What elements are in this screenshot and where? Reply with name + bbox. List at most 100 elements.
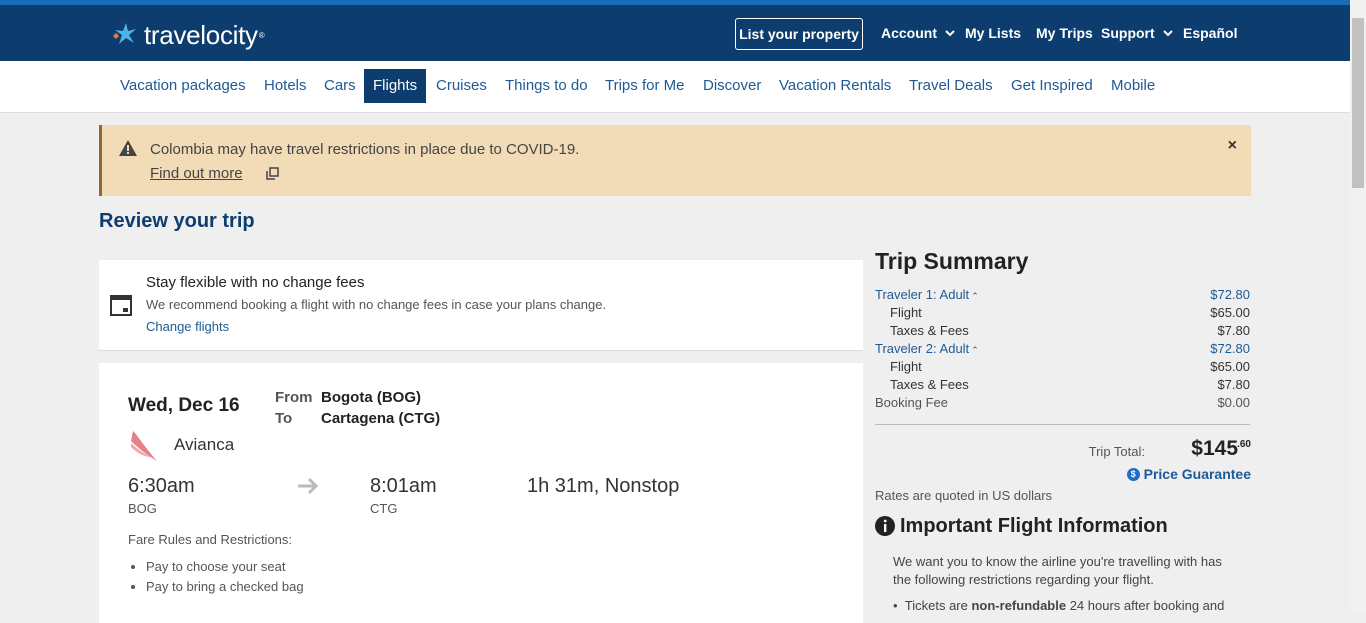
booking-fee-row: Booking Fee $0.00 (875, 395, 1250, 413)
calendar-icon (110, 295, 132, 316)
bullet-bold: non-refundable (971, 598, 1067, 613)
nav-mobile[interactable]: Mobile (1102, 69, 1164, 103)
trip-total-value: $145 (1191, 437, 1238, 460)
logo-star-icon (113, 23, 136, 44)
nav-get-inspired[interactable]: Get Inspired (1002, 69, 1102, 103)
departure-code: BOG (128, 501, 157, 516)
chevron-down-icon (1162, 30, 1173, 37)
nav-discover[interactable]: Discover (694, 69, 770, 103)
my-lists-label: My Lists (965, 25, 1022, 41)
arrow-right-icon (298, 477, 319, 495)
traveler-2-total: $72.80 (1210, 341, 1250, 356)
to-label: To (275, 410, 293, 427)
bullet-suffix: 24 hours after booking and (1066, 598, 1225, 613)
nav-flights[interactable]: Flights (364, 69, 427, 103)
fare-rules-title: Fare Rules and Restrictions: (128, 532, 293, 547)
chevron-up-icon: ⌃ (971, 345, 979, 355)
departure-time: 6:30am (128, 475, 195, 497)
support-menu[interactable]: Support (1101, 25, 1173, 41)
traveler-1-label: Traveler 1: Adult (875, 287, 970, 302)
traveler-2-row[interactable]: Traveler 2: Adult ⌃ $72.80 (875, 341, 1250, 359)
taxes-label: Taxes & Fees (890, 323, 969, 338)
nav-travel-deals[interactable]: Travel Deals (900, 69, 1002, 103)
page-title: Review your trip (99, 210, 255, 232)
nav-things-to-do[interactable]: Things to do (496, 69, 597, 103)
dollar-icon: $ (1126, 467, 1140, 481)
flight-duration: 1h 31m, Nonstop (527, 475, 680, 497)
booking-fee-value: $0.00 (1217, 395, 1250, 410)
list-property-button[interactable]: List your property (735, 18, 863, 50)
chevron-down-icon (945, 30, 955, 37)
nav-trips-for-me[interactable]: Trips for Me (596, 69, 693, 103)
arrival-time: 8:01am (370, 475, 437, 497)
avianca-logo-icon (131, 431, 157, 461)
nav-cruises[interactable]: Cruises (427, 69, 496, 103)
trip-total-label: Trip Total: (1088, 444, 1145, 459)
account-label: Account (881, 25, 937, 41)
chevron-up-icon: ⌃ (971, 291, 979, 301)
language-label: Español (1183, 25, 1238, 41)
nav-hotels[interactable]: Hotels (255, 69, 316, 103)
destination-airport: Cartagena (CTG) (321, 410, 441, 427)
taxes-price: $7.80 (1217, 377, 1250, 392)
nav-vacation-packages[interactable]: Vacation packages (111, 69, 255, 103)
traveler-2-flight-row: Flight $65.00 (875, 359, 1250, 377)
traveler-2-label: Traveler 2: Adult (875, 341, 970, 356)
flight-date: Wed, Dec 16 (128, 395, 240, 416)
traveler-1-row[interactable]: Traveler 1: Adult ⌃ $72.80 (875, 287, 1250, 305)
important-info-text: We want you to know the airline you're t… (893, 554, 1222, 587)
taxes-label: Taxes & Fees (890, 377, 969, 392)
airline-name: Avianca (174, 435, 235, 454)
flight-price: $65.00 (1210, 305, 1250, 320)
flight-label: Flight (890, 305, 922, 320)
important-info-bullet: • Tickets are non-refundable 24 hours af… (893, 598, 1225, 613)
my-lists-link[interactable]: My Lists (965, 25, 1021, 41)
booking-fee-label: Booking Fee (875, 395, 948, 410)
flight-details-card: Wed, Dec 16 From To Bogota (BOG) Cartage… (99, 363, 863, 623)
external-link-icon (266, 167, 279, 180)
arrival-code: CTG (370, 501, 398, 516)
price-guarantee-label: Price Guarantee (1143, 466, 1251, 482)
info-icon (875, 516, 895, 536)
summary-divider (875, 424, 1250, 425)
page-scrollbar[interactable] (1350, 0, 1366, 613)
top-header: travelocity ® List your property Account … (0, 0, 1350, 61)
fare-rules-list: Pay to choose your seat Pay to bring a c… (128, 559, 304, 599)
warning-icon (119, 140, 137, 156)
traveler-1-flight-row: Flight $65.00 (875, 305, 1250, 323)
my-trips-link[interactable]: My Trips (1036, 25, 1093, 41)
find-out-more-link[interactable]: Find out more (150, 165, 243, 182)
logo-text: travelocity (144, 19, 258, 50)
flex-card-body: We recommend booking a flight with no ch… (146, 297, 607, 312)
trip-summary-title: Trip Summary (875, 248, 1029, 274)
change-flights-link[interactable]: Change flights (146, 319, 229, 334)
origin-airport: Bogota (BOG) (321, 389, 421, 406)
logo-registered: ® (258, 30, 265, 40)
flex-card-title: Stay flexible with no change fees (146, 274, 365, 291)
my-trips-label: My Trips (1036, 25, 1093, 41)
account-menu[interactable]: Account (881, 25, 955, 41)
alert-message: Colombia may have travel restrictions in… (150, 141, 580, 158)
bullet-prefix: Tickets are (904, 598, 972, 613)
travelocity-logo[interactable]: travelocity ® (110, 19, 265, 51)
rates-note: Rates are quoted in US dollars (875, 488, 1053, 503)
close-alert-button[interactable]: × (1228, 137, 1237, 155)
important-info-title: Important Flight Information (900, 515, 1168, 537)
nav-cars[interactable]: Cars (315, 69, 365, 103)
trip-summary: Trip Summary Traveler 1: Adult ⌃ $72.80 F… (875, 248, 1251, 613)
nav-vacation-rentals[interactable]: Vacation Rentals (770, 69, 900, 103)
taxes-price: $7.80 (1217, 323, 1250, 338)
flight-label: Flight (890, 359, 922, 374)
flight-price: $65.00 (1210, 359, 1250, 374)
covid-alert: Colombia may have travel restrictions in… (99, 125, 1251, 196)
traveler-2-taxes-row: Taxes & Fees $7.80 (875, 377, 1250, 395)
scrollbar-thumb[interactable] (1352, 18, 1364, 188)
traveler-1-taxes-row: Taxes & Fees $7.80 (875, 323, 1250, 341)
support-label: Support (1101, 25, 1155, 41)
main-nav: Vacation packages Hotels Cars Flights Cr… (0, 61, 1350, 113)
fare-rule-item: Pay to choose your seat (146, 559, 304, 574)
flexible-booking-card: Stay flexible with no change fees We rec… (99, 260, 863, 351)
traveler-1-total: $72.80 (1210, 287, 1250, 302)
language-link[interactable]: Español (1183, 25, 1237, 41)
price-guarantee-link[interactable]: $ Price Guarantee (1126, 466, 1251, 482)
